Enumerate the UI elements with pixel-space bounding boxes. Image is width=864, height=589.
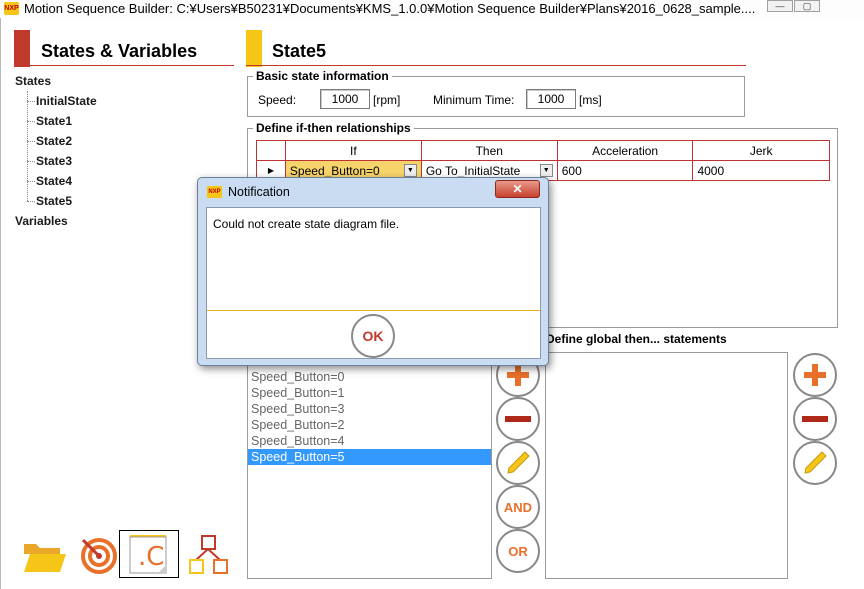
jerk-cell[interactable]: 4000 [692, 160, 830, 181]
sidebar-divider [14, 65, 234, 66]
edit-condition-button[interactable] [496, 441, 540, 485]
column-header-acceleration[interactable]: Acceleration [556, 140, 694, 161]
dialog-separator [207, 310, 540, 311]
dialog-title: Notification [228, 185, 290, 199]
section-marker [246, 30, 262, 67]
notification-dialog: NXP Notification ✕ Could not create stat… [197, 177, 549, 366]
remove-global-button[interactable] [793, 397, 837, 441]
list-item[interactable]: Speed_Button=2 [248, 417, 491, 433]
column-header-jerk[interactable]: Jerk [692, 140, 830, 161]
basic-info-label: Basic state information [253, 69, 392, 83]
row-header-cell [256, 140, 286, 161]
edit-global-button[interactable] [793, 441, 837, 485]
dropdown-arrow-icon[interactable]: ▼ [539, 164, 553, 177]
tree-item-state2[interactable]: State2 [36, 134, 72, 148]
dialog-body: Could not create state diagram file. OK [206, 207, 541, 359]
pencil-icon [804, 451, 827, 474]
dialog-ok-button[interactable]: OK [351, 314, 395, 358]
target-icon [81, 538, 117, 574]
pencil-icon [507, 451, 530, 474]
c-code-file-icon: .C [129, 535, 167, 574]
app-logo-icon: NXP [4, 2, 19, 15]
plus-icon [507, 364, 529, 386]
tree-item-state1[interactable]: State1 [36, 114, 72, 128]
window-title: Motion Sequence Builder: C:¥Users¥B50231… [24, 1, 756, 16]
section-marker [14, 30, 30, 67]
tree-variables-label[interactable]: Variables [15, 214, 68, 228]
minus-icon [802, 416, 828, 422]
tree-item-state3[interactable]: State3 [36, 154, 72, 168]
then-action-value: Go To_InitialState [425, 163, 521, 178]
generate-c-code-button[interactable]: .C [119, 530, 179, 578]
list-item-selected[interactable]: Speed_Button=5 [248, 449, 491, 465]
minimize-button[interactable]: — [767, 0, 793, 12]
tree-item-state5[interactable]: State5 [36, 194, 72, 208]
or-label: OR [508, 543, 528, 559]
tree-item-initialstate[interactable]: InitialState [36, 94, 97, 108]
open-folder-button[interactable] [21, 536, 67, 576]
remove-condition-button[interactable] [496, 397, 540, 441]
open-folder-icon [24, 544, 66, 572]
global-then-label: Define global then... statements [546, 332, 727, 346]
tree-item-state4[interactable]: State4 [36, 174, 72, 188]
acceleration-cell[interactable]: 600 [556, 160, 694, 181]
tree-guide-line [27, 91, 28, 201]
svg-text:.C: .C [138, 542, 164, 572]
speed-unit: [rpm] [373, 93, 401, 107]
dialog-message: Could not create state diagram file. [213, 217, 400, 231]
min-time-input[interactable]: 1000 [526, 89, 576, 109]
table-header-row: If Then Acceleration Jerk [256, 140, 830, 161]
list-item[interactable]: Speed_Button=4 [248, 433, 491, 449]
if-then-label: Define if-then relationships [253, 121, 414, 135]
minus-icon [505, 416, 531, 422]
dialog-close-button[interactable]: ✕ [495, 180, 540, 198]
and-label: AND [503, 499, 533, 515]
state-divider [246, 65, 746, 66]
column-header-if[interactable]: If [284, 140, 422, 161]
target-button[interactable] [79, 534, 119, 574]
min-time-label: Minimum Time: [433, 93, 515, 107]
maximize-button[interactable]: ▢ [794, 0, 820, 12]
sidebar-title: States & Variables [41, 41, 198, 61]
tree-states-label[interactable]: States [15, 74, 51, 88]
or-button[interactable]: OR [496, 529, 540, 573]
state-diagram-button[interactable] [187, 534, 231, 576]
min-time-unit: [ms] [579, 93, 602, 107]
if-then-table: If Then Acceleration Jerk ▶ Speed_Button… [256, 140, 830, 181]
speed-label: Speed: [258, 93, 297, 107]
and-button[interactable]: AND [496, 485, 540, 529]
list-item[interactable]: Speed_Button=3 [248, 401, 491, 417]
column-header-then[interactable]: Then [420, 140, 558, 161]
plus-icon [804, 364, 826, 386]
add-global-button[interactable] [793, 353, 837, 397]
state-title: State5 [272, 41, 327, 61]
global-then-list[interactable] [545, 352, 788, 579]
if-condition-value: Speed_Button=0 [289, 163, 380, 178]
state-diagram-icon [189, 535, 228, 574]
list-item[interactable]: Speed_Button=0 [248, 369, 491, 385]
condition-list[interactable]: Speed_Button=0 Speed_Button=1 Speed_Butt… [247, 353, 492, 579]
title-bar: NXP Motion Sequence Builder: C:¥Users¥B5… [0, 0, 864, 18]
dropdown-arrow-icon[interactable]: ▼ [403, 164, 417, 177]
app-logo-icon: NXP [207, 186, 222, 198]
speed-input[interactable]: 1000 [320, 89, 370, 109]
list-item[interactable]: Speed_Button=1 [248, 385, 491, 401]
